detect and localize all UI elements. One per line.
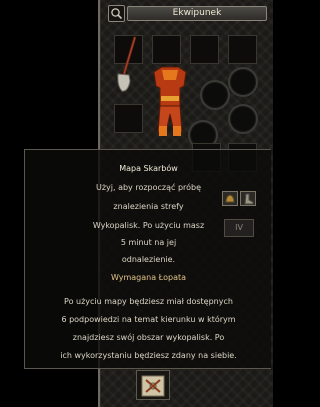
treasure-map-slot[interactable] (136, 370, 170, 400)
description-line-2: 6 podpowiedzi na temat kierunku w którym (61, 315, 236, 324)
usage-line-4: 5 minut na jej (120, 238, 177, 247)
description-line-4: ich wykorzystaniu będziesz zdany na sieb… (60, 351, 237, 360)
body-armor-slot[interactable] (150, 66, 190, 144)
armor-icon (150, 66, 190, 148)
description-line-3: znajdziesz swój obszar wykopalisk. Po (72, 333, 225, 342)
window-titlebar[interactable]: Ekwipunek (100, 5, 271, 22)
window-title: Ekwipunek (127, 6, 267, 21)
gloves-slot[interactable] (114, 104, 143, 133)
description-line-1: Po użyciu mapy będziesz miał dostępnych (64, 297, 233, 306)
weapon-slot[interactable] (114, 35, 143, 92)
item-name: Mapa Skarbów (119, 164, 178, 173)
tier-indicator: IV (224, 219, 254, 237)
necklace-slot[interactable] (190, 35, 219, 64)
ring-slot-4[interactable] (200, 80, 230, 110)
helmet-mini-slot[interactable] (222, 191, 238, 206)
requirement-text: Wymagana Łopata (110, 273, 187, 282)
boot-mini-slot[interactable] (240, 191, 256, 206)
ranged-slot[interactable] (228, 35, 257, 64)
item-tooltip: Mapa Skarbów Użyj, aby rozpocząć próbę z… (24, 149, 271, 369)
search-button[interactable] (108, 5, 125, 22)
helmet-slot[interactable] (152, 35, 181, 64)
ring-slot-1[interactable] (228, 67, 258, 97)
usage-line-5: odnalezienie. (121, 255, 176, 264)
ring-slot-2[interactable] (228, 104, 258, 134)
